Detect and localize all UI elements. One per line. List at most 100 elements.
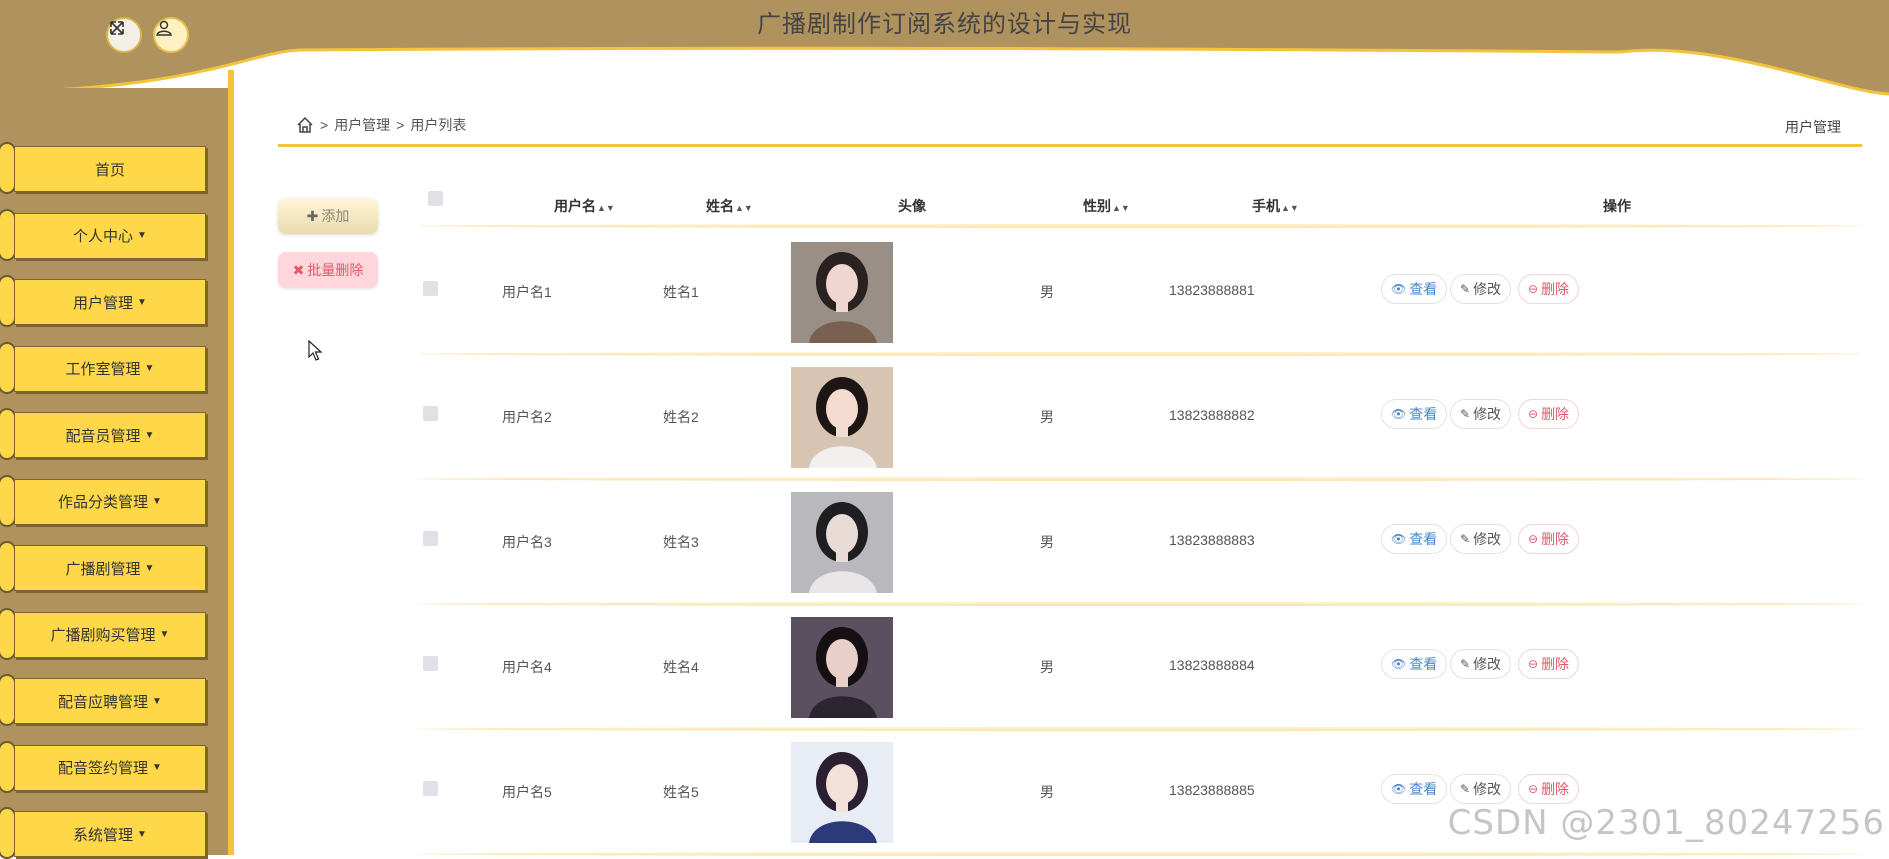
sidebar-item[interactable]: 作品分类管理 ▼: [14, 478, 206, 525]
cell-username: 用户名1: [502, 284, 552, 300]
sidebar-item[interactable]: 配音应聘管理 ▼: [14, 678, 206, 724]
delete-button[interactable]: ⊖ 删除: [1518, 274, 1580, 304]
col-header-username[interactable]: 用户名▲▼: [554, 196, 615, 216]
delete-button[interactable]: ⊖ 删除: [1518, 649, 1580, 679]
minus-circle-icon: ⊖: [1528, 282, 1539, 296]
page-section-title: 用户管理: [1785, 119, 1841, 135]
caret-down-icon: ▼: [152, 695, 162, 707]
view-button-label: 查看: [1409, 406, 1438, 422]
delete-button[interactable]: ⊖ 删除: [1518, 399, 1580, 429]
batch-delete-button[interactable]: ✖ 批量删除: [278, 252, 378, 288]
sidebar-item-label: 用户管理: [73, 294, 134, 312]
sidebar-item[interactable]: 个人中心 ▼: [14, 212, 206, 259]
cell-phone: 13823888881: [1169, 282, 1255, 298]
avatar-image: [791, 367, 893, 468]
cell-gender: 男: [1040, 284, 1054, 300]
cell-name: 姓名2: [663, 409, 699, 425]
row-checkbox[interactable]: [423, 781, 438, 796]
sidebar: [0, 88, 228, 855]
sidebar-item[interactable]: 配音签约管理 ▼: [14, 744, 206, 791]
sidebar-item[interactable]: 用户管理 ▼: [14, 279, 206, 325]
caret-down-icon: ▼: [144, 562, 155, 574]
user-icon: [156, 20, 172, 36]
col-header-gender[interactable]: 性别▲▼: [1083, 196, 1130, 216]
edit-button[interactable]: ✎ 修改: [1450, 399, 1512, 429]
sidebar-item[interactable]: 首页: [14, 146, 206, 192]
app-title: 广播剧制作订阅系统的设计与实现: [757, 11, 1132, 38]
edit-button-label: 修改: [1473, 656, 1502, 672]
plus-icon: ✚: [306, 207, 319, 224]
row-checkbox[interactable]: [423, 531, 438, 546]
add-button[interactable]: ✚ 添加: [278, 198, 378, 234]
breadcrumb: > 用户管理 > 用户列表: [296, 115, 466, 135]
cell-gender: 男: [1040, 784, 1054, 800]
view-button[interactable]: 👁 查看: [1381, 274, 1448, 304]
sidebar-item-label: 配音签约管理: [58, 760, 149, 777]
header-divider: [418, 224, 1862, 228]
row-checkbox[interactable]: [423, 406, 438, 421]
cell-name: 姓名3: [663, 534, 699, 550]
edit-button[interactable]: ✎ 修改: [1450, 274, 1512, 304]
edit-icon: ✎: [1460, 282, 1471, 296]
row-checkbox[interactable]: [423, 656, 438, 671]
sidebar-item[interactable]: 工作室管理 ▼: [14, 345, 206, 392]
col-header-phone[interactable]: 手机▲▼: [1252, 196, 1299, 216]
cell-phone: 13823888882: [1169, 407, 1255, 423]
delete-button[interactable]: ⊖ 删除: [1518, 524, 1580, 554]
caret-down-icon: ▼: [152, 496, 162, 507]
header: 广播剧制作订阅系统的设计与实现: [0, 0, 1889, 100]
caret-down-icon: ▼: [144, 363, 155, 374]
delete-button-label: 删除: [1541, 406, 1570, 422]
minus-circle-icon: ⊖: [1528, 407, 1539, 421]
mouse-cursor-icon: [308, 340, 323, 361]
eye-icon: 👁: [1391, 282, 1407, 296]
edit-button-label: 修改: [1473, 531, 1502, 547]
breadcrumb-sep: >: [320, 117, 329, 133]
row-divider: [418, 727, 1862, 731]
eye-icon: 👁: [1391, 407, 1407, 421]
expand-icon: [110, 21, 124, 35]
caret-down-icon: ▼: [137, 828, 147, 840]
cell-phone: 13823888883: [1169, 532, 1255, 548]
sidebar-item[interactable]: 广播剧购买管理 ▼: [14, 611, 206, 658]
view-button[interactable]: 👁 查看: [1381, 524, 1448, 554]
sidebar-item-label: 配音员管理: [65, 427, 141, 445]
home-icon[interactable]: [296, 116, 314, 134]
sort-icon: ▲▼: [1281, 203, 1299, 213]
fullscreen-button[interactable]: [106, 17, 142, 53]
row-checkbox[interactable]: [423, 281, 438, 296]
view-button[interactable]: 👁 查看: [1381, 774, 1448, 804]
caret-down-icon: ▼: [159, 629, 170, 640]
eye-icon: 👁: [1391, 657, 1407, 671]
user-button[interactable]: [153, 17, 189, 53]
breadcrumb-divider: [278, 144, 1862, 147]
col-header-name[interactable]: 姓名▲▼: [706, 196, 753, 216]
sidebar-item[interactable]: 配音员管理 ▼: [14, 412, 206, 458]
sidebar-item-label: 广播剧购买管理: [50, 627, 156, 644]
watermark: CSDN @2301_80247256: [1447, 803, 1885, 843]
eye-icon: 👁: [1391, 532, 1407, 546]
edit-button-label: 修改: [1473, 406, 1502, 422]
sidebar-item-label: 广播剧管理: [65, 560, 141, 578]
edit-button[interactable]: ✎ 修改: [1450, 524, 1512, 554]
cell-username: 用户名4: [502, 659, 552, 675]
view-button-label: 查看: [1409, 531, 1438, 547]
view-button[interactable]: 👁 查看: [1381, 399, 1448, 429]
edit-button[interactable]: ✎ 修改: [1450, 649, 1512, 679]
breadcrumb-level1[interactable]: 用户管理: [334, 115, 390, 135]
delete-button[interactable]: ⊖ 删除: [1518, 774, 1580, 804]
view-button[interactable]: 👁 查看: [1381, 649, 1448, 679]
sort-icon: ▲▼: [597, 203, 615, 213]
sidebar-item[interactable]: 广播剧管理 ▼: [14, 545, 206, 591]
sidebar-item-label: 系统管理: [73, 826, 134, 844]
delete-button-label: 删除: [1541, 531, 1570, 547]
cell-name: 姓名1: [663, 284, 699, 300]
cell-gender: 男: [1040, 659, 1054, 675]
add-button-label: 添加: [321, 208, 350, 224]
edit-button-label: 修改: [1473, 781, 1502, 797]
edit-button[interactable]: ✎ 修改: [1450, 774, 1512, 804]
sidebar-item[interactable]: 系统管理 ▼: [14, 811, 206, 857]
minus-circle-icon: ⊖: [1528, 657, 1539, 671]
select-all-checkbox[interactable]: [428, 191, 443, 206]
cell-username: 用户名3: [502, 534, 552, 550]
